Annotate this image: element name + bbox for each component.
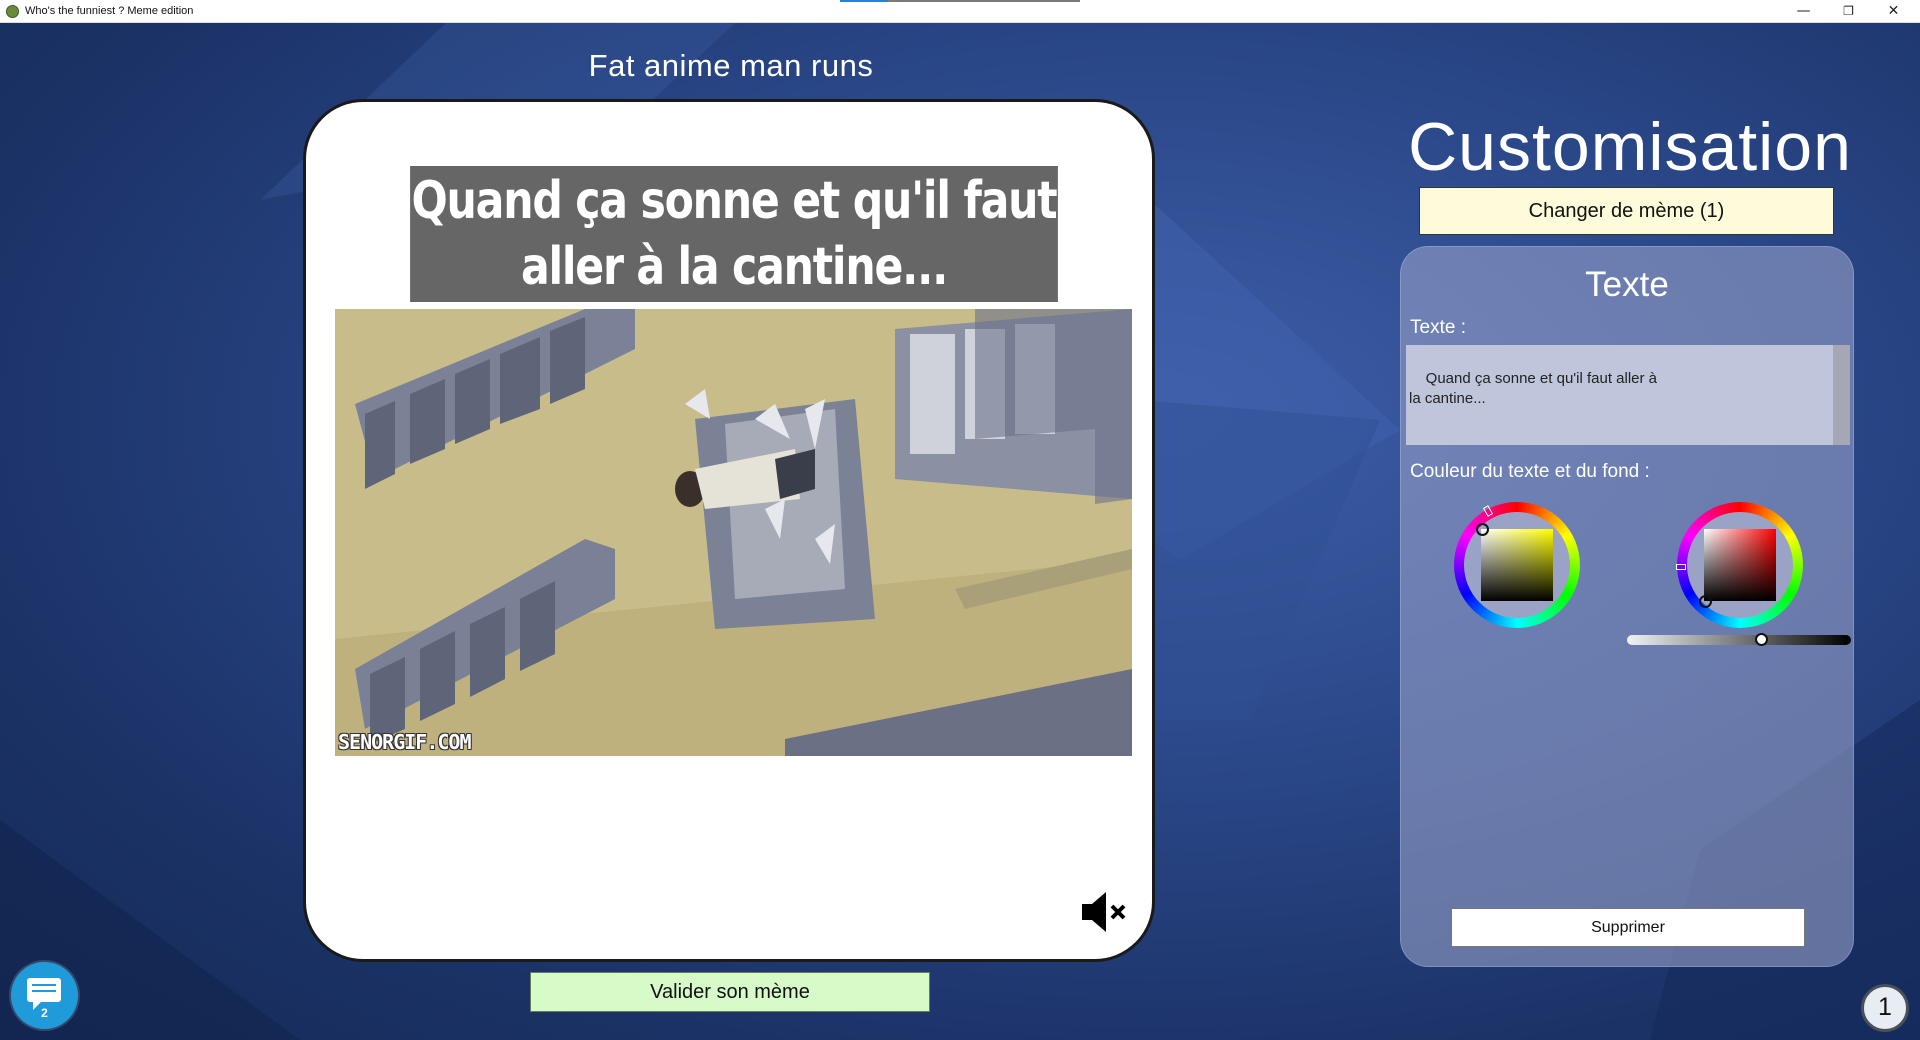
text-field-label: Texte :: [1410, 317, 1466, 338]
text-color-wheel[interactable]: [1454, 502, 1580, 628]
meme-gif-illustration: [335, 309, 1132, 756]
app-icon: [6, 4, 19, 18]
caption-text-value: Quand ça sonne et qu'il faut aller à la …: [1409, 370, 1658, 407]
background-color-square[interactable]: [1704, 529, 1776, 601]
gif-watermark: SENORGIF.COM: [338, 730, 471, 754]
meme-name: Fat anime man runs: [588, 48, 874, 83]
caption-text-input[interactable]: Quand ça sonne et qu'il faut aller à la …: [1406, 345, 1850, 445]
chat-unread-count: 2: [41, 1006, 48, 1020]
meme-card: Quand ça sonne et qu'il faut aller à la …: [303, 99, 1155, 962]
minimize-icon[interactable]: —: [1781, 0, 1826, 22]
restore-icon[interactable]: ❐: [1826, 0, 1871, 22]
customisation-title: Customisation: [1408, 109, 1852, 185]
text-color-square[interactable]: [1481, 529, 1553, 601]
titlebar-tab-indicator: [840, 0, 1080, 2]
meme-gif: SENORGIF.COM: [335, 309, 1132, 756]
meme-caption-text: Quand ça sonne et qu'il faut aller à la …: [411, 171, 1058, 297]
text-scrollbar[interactable]: [1833, 345, 1850, 445]
background-color-handle[interactable]: [1699, 595, 1712, 608]
mute-icon[interactable]: [1080, 888, 1130, 936]
window-titlebar: Who's the funniest ? Meme edition — ❐ ✕: [0, 0, 1920, 23]
color-label: Couleur du texte et du fond :: [1410, 461, 1650, 482]
validate-meme-button[interactable]: Valider son mème: [530, 972, 930, 1012]
timer-value: 1: [1878, 993, 1892, 1021]
background-hue-marker[interactable]: [1676, 564, 1686, 570]
opacity-slider-thumb[interactable]: [1755, 633, 1768, 646]
opacity-slider[interactable]: [1627, 633, 1851, 646]
stopwatch-icon: 1: [1861, 984, 1909, 1032]
panel-title: Texte: [1585, 265, 1669, 304]
meme-caption[interactable]: Quand ça sonne et qu'il faut aller à la …: [410, 166, 1058, 302]
text-color-handle[interactable]: [1476, 523, 1489, 536]
delete-button[interactable]: Supprimer: [1451, 908, 1805, 947]
text-customisation-panel: Texte Texte : Quand ça sonne et qu'il fa…: [1400, 246, 1854, 967]
chat-button[interactable]: 2: [11, 962, 78, 1029]
change-meme-button[interactable]: Changer de mème (1): [1419, 187, 1834, 235]
background-color-wheel[interactable]: [1676, 502, 1803, 628]
close-icon[interactable]: ✕: [1871, 0, 1916, 22]
window-title: Who's the funniest ? Meme edition: [25, 5, 194, 17]
